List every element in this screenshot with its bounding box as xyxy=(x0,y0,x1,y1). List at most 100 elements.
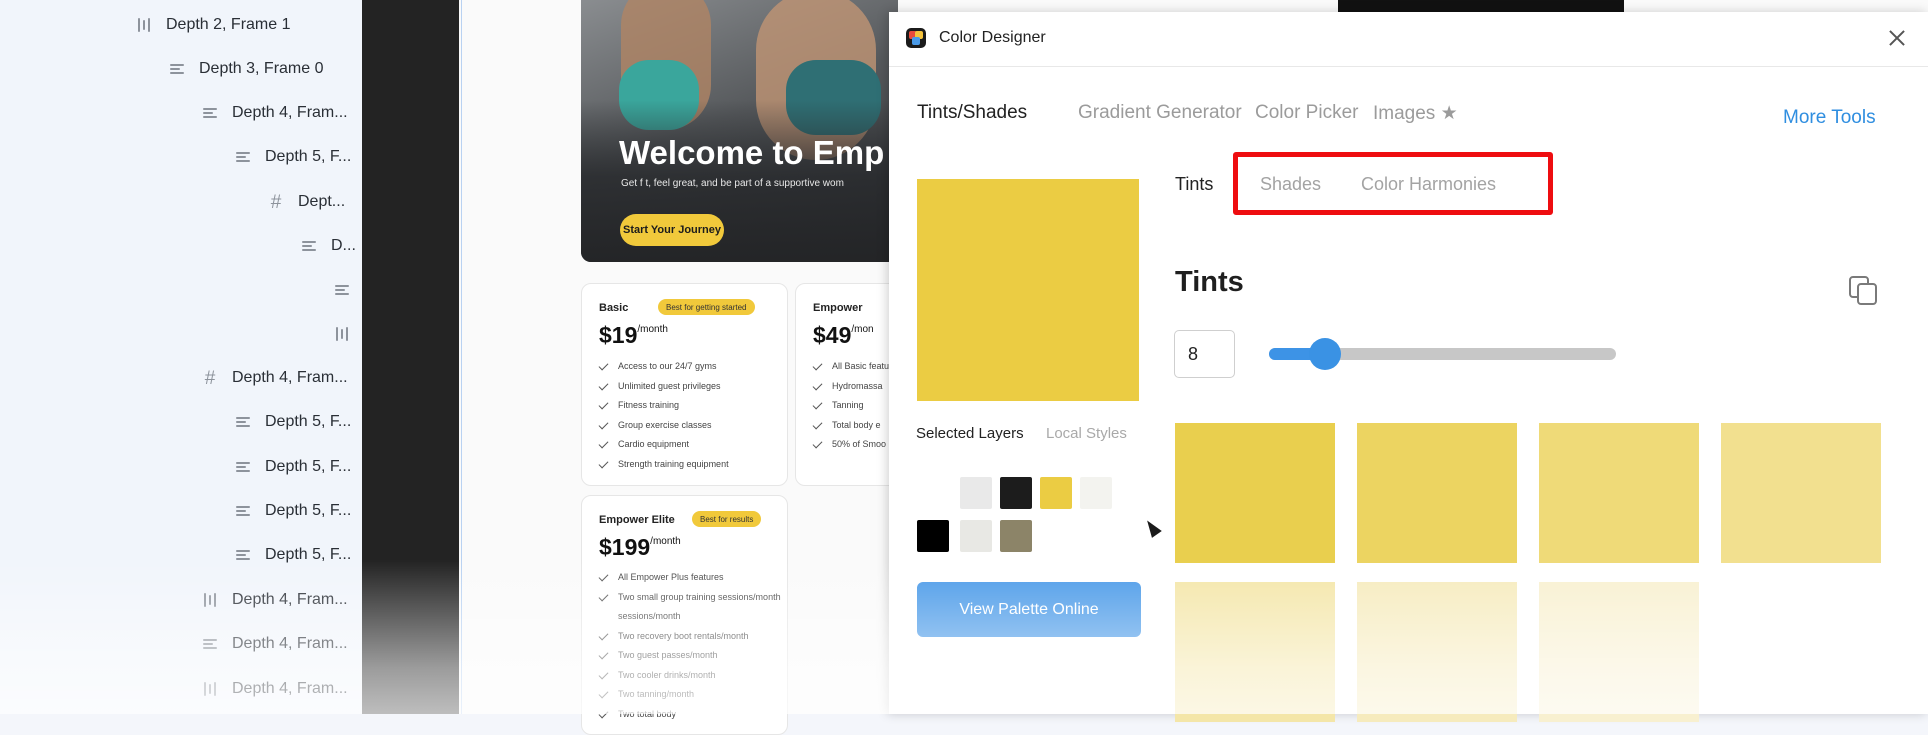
view-palette-online-button[interactable]: View Palette Online xyxy=(917,582,1141,637)
check-icon xyxy=(598,380,609,390)
check-icon xyxy=(598,708,609,718)
layer-label: Dept... xyxy=(298,193,346,210)
color-swatch[interactable] xyxy=(1000,520,1032,552)
base-color-preview[interactable] xyxy=(917,179,1139,401)
feature-item: Cardio equipment xyxy=(598,438,729,459)
check-icon xyxy=(598,649,609,660)
layer-row[interactable]: Depth 5, F... xyxy=(233,544,351,566)
color-swatch[interactable] xyxy=(1040,477,1072,509)
pricing-card-elite[interactable]: Empower Elite Best for results $199/mont… xyxy=(581,495,788,735)
lines-icon xyxy=(332,281,352,299)
hero-cta-button[interactable]: Start Your Journey xyxy=(620,214,724,246)
close-icon[interactable] xyxy=(1886,27,1908,49)
check-icon xyxy=(598,591,609,601)
more-tools-link[interactable]: More Tools xyxy=(1783,107,1876,129)
layer-row[interactable]: Depth 5, F... xyxy=(233,146,351,168)
tint-swatch[interactable] xyxy=(1175,582,1335,722)
feature-item: Two recovery boot rentals/month xyxy=(598,630,781,651)
highlight-box xyxy=(1233,152,1553,215)
layer-label: Depth 4, Fram... xyxy=(232,680,348,697)
layer-label: Depth 4, Fram... xyxy=(232,591,348,608)
tint-swatch[interactable] xyxy=(1357,582,1517,722)
layer-label: Depth 4, Fram... xyxy=(232,104,348,121)
layer-row[interactable]: Depth 3, Frame 0 xyxy=(167,58,324,80)
feature-item: Two guest passes/month xyxy=(598,649,781,670)
feature-item: Total body e xyxy=(812,419,889,440)
feature-item: sessions/month xyxy=(618,611,681,621)
check-icon xyxy=(598,458,609,468)
layer-row[interactable]: # Depth 4, Fram... xyxy=(200,367,348,389)
check-icon xyxy=(598,419,609,429)
tint-swatch[interactable] xyxy=(1357,423,1517,563)
tab-color-picker[interactable]: Color Picker xyxy=(1255,102,1358,124)
feature-item: Unlimited guest privileges xyxy=(598,380,729,401)
feature-item: Fitness training xyxy=(598,399,729,420)
tint-count-slider[interactable] xyxy=(1269,338,1616,370)
plan-badge: Best for results xyxy=(692,511,762,527)
layer-row[interactable]: Depth 2, Frame 1 xyxy=(134,14,291,36)
bars-icon xyxy=(332,325,352,343)
tint-swatch[interactable] xyxy=(1721,423,1881,563)
layer-row[interactable]: D... xyxy=(299,235,356,257)
layer-row[interactable]: Depth 4, Fram... xyxy=(200,589,348,611)
layer-row[interactable]: # Dept... xyxy=(266,191,345,213)
layer-row[interactable] xyxy=(332,279,364,301)
tab-images[interactable]: Images ★ xyxy=(1373,102,1458,125)
lines-icon xyxy=(233,502,253,520)
color-swatch[interactable] xyxy=(1080,477,1112,509)
copy-icon[interactable] xyxy=(1847,274,1879,306)
feature-list: All Basic featu Hydromassa Tanning Total bo… xyxy=(812,360,889,459)
feature-item: Two total body xyxy=(598,708,781,729)
tab-selected-layers[interactable]: Selected Layers xyxy=(916,425,1024,442)
color-swatch[interactable] xyxy=(1000,477,1032,509)
check-icon xyxy=(598,438,609,449)
tint-swatch[interactable] xyxy=(1539,582,1699,722)
hero-banner[interactable]: Welcome to Emp Get f t, feel great, and … xyxy=(581,0,898,262)
feature-item: Access to our 24/7 gyms xyxy=(598,360,729,381)
tint-swatch[interactable] xyxy=(1539,423,1699,563)
layers-panel: Depth 2, Frame 1 Depth 3, Frame 0 Depth 4,… xyxy=(0,0,362,714)
check-icon xyxy=(812,380,823,390)
feature-item: 50% of Smoo xyxy=(812,438,889,459)
plan-name: Empower Elite xyxy=(599,514,675,526)
color-designer-plugin: Color Designer Tints/Shades Gradient Gen… xyxy=(889,12,1928,722)
tint-swatch[interactable] xyxy=(1175,423,1335,563)
layer-row[interactable]: Depth 5, F... xyxy=(233,500,351,522)
plan-name: Empower xyxy=(813,302,863,314)
layer-row[interactable] xyxy=(332,323,364,345)
canvas-frame-edge xyxy=(1338,0,1624,12)
layer-label: Depth 5, F... xyxy=(265,546,352,563)
pricing-card-basic[interactable]: Basic Best for getting started $19/month… xyxy=(581,283,788,486)
price-period: /month xyxy=(650,536,681,547)
subtab-tints[interactable]: Tints xyxy=(1175,174,1213,195)
feature-list: Access to our 24/7 gyms Unlimited guest p… xyxy=(598,360,729,478)
bars-icon xyxy=(134,16,154,34)
lines-icon xyxy=(233,546,253,564)
layer-row[interactable]: Depth 4, Fram... xyxy=(200,102,348,124)
section-title: Tints xyxy=(1175,266,1244,298)
check-icon xyxy=(812,360,823,371)
check-icon xyxy=(598,360,609,371)
layer-row[interactable]: Depth 5, F... xyxy=(233,456,351,478)
check-icon xyxy=(812,438,823,449)
tab-gradient-generator[interactable]: Gradient Generator xyxy=(1078,102,1242,124)
slider-handle[interactable] xyxy=(1308,338,1341,370)
layer-label: Depth 5, F... xyxy=(265,148,352,165)
layer-label: Depth 5, F... xyxy=(265,502,352,519)
layer-label: Depth 3, Frame 0 xyxy=(199,60,324,77)
feature-item: Hydromassa xyxy=(812,380,889,401)
lines-icon xyxy=(233,413,253,431)
color-swatch[interactable] xyxy=(960,520,992,552)
plan-price: $49/mon xyxy=(813,322,874,349)
lines-icon xyxy=(233,148,253,166)
lines-icon xyxy=(299,237,319,255)
layer-row[interactable]: Depth 4, Fram... xyxy=(200,633,348,655)
color-swatch[interactable] xyxy=(917,520,949,552)
tab-local-styles[interactable]: Local Styles xyxy=(1046,425,1127,442)
layer-row[interactable]: Depth 5, F... xyxy=(233,411,351,433)
layer-row[interactable]: Depth 4, Fram... xyxy=(200,678,348,700)
tint-count-input[interactable] xyxy=(1174,330,1235,378)
tab-tints-shades[interactable]: Tints/Shades xyxy=(917,102,1027,124)
color-designer-logo-icon xyxy=(906,28,926,48)
color-swatch[interactable] xyxy=(960,477,992,509)
